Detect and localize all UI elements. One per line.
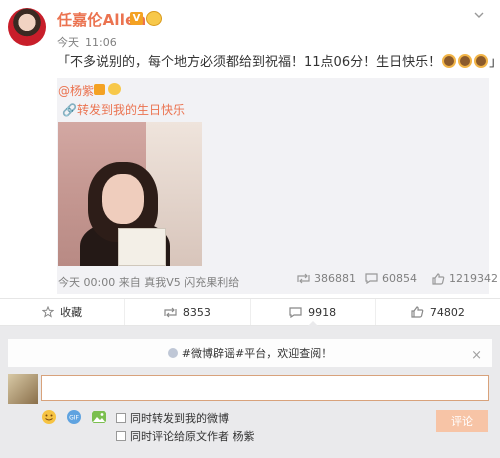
repost-button[interactable]: 8353 (125, 299, 251, 325)
image-icon[interactable] (91, 409, 107, 425)
crown-icon (108, 83, 121, 95)
post-body-end: 」 (489, 55, 500, 70)
gif-icon[interactable]: GIF (66, 409, 82, 425)
notice-text: #微博辟谣#平台，欢迎查阅！ (181, 347, 333, 360)
favorite-label: 收藏 (60, 306, 83, 319)
favorite-button[interactable]: 收藏 (0, 299, 126, 325)
like-action-count: 74802 (429, 305, 465, 319)
close-icon[interactable]: × (471, 348, 482, 363)
comment-original-option[interactable]: 同时评论给原文作者 杨紫 (116, 428, 255, 444)
submit-comment-button[interactable]: 评论 (436, 410, 488, 432)
comment-original-checkbox[interactable] (116, 431, 126, 441)
original-text: 🔗转发到我的生日快乐 (62, 101, 185, 118)
comment-icon (289, 306, 302, 318)
forward-option[interactable]: 同时转发到我的微博 (116, 410, 229, 426)
post-photo[interactable] (58, 122, 202, 266)
cake-icon (458, 54, 473, 68)
comment-button[interactable]: 9918 (251, 299, 376, 326)
thumbs-up-icon (411, 306, 424, 318)
comment-input[interactable] (41, 375, 489, 401)
original-text-label[interactable]: 转发到我的生日快乐 (77, 103, 185, 117)
user-avatar[interactable] (8, 374, 38, 404)
verified-badge: V (130, 12, 143, 25)
original-comment-count[interactable]: 60854 (365, 272, 417, 285)
post-text: 「不多说别的，每个地方必须都给到祝福！11点06分！生日快乐！ 」 (57, 51, 500, 70)
post-day: 今天 (57, 36, 79, 49)
forward-label: 同时转发到我的微博 (130, 412, 229, 425)
chevron-down-icon[interactable] (474, 12, 484, 18)
repost-action-count: 8353 (182, 305, 211, 319)
crown-icon (146, 11, 162, 26)
rumor-notice[interactable]: #微博辟谣#平台，欢迎查阅！ (8, 339, 492, 367)
original-repost-count[interactable]: 386881 (297, 272, 356, 285)
repost-icon (164, 307, 177, 317)
original-author[interactable]: @杨紫 (58, 82, 94, 99)
cake-icon (442, 54, 457, 68)
comment-icon (365, 273, 378, 284)
forward-checkbox[interactable] (116, 413, 126, 423)
repost-icon (297, 273, 310, 284)
comment-original-label: 同时评论给原文作者 杨紫 (130, 430, 255, 443)
post-time: 11:06 (85, 36, 117, 49)
link-icon: 🔗 (62, 103, 77, 117)
comment-count: 60854 (382, 272, 417, 285)
cake-icon (474, 54, 489, 68)
comment-action-count: 9918 (308, 305, 337, 319)
author-avatar[interactable] (8, 8, 46, 46)
post-body: 「不多说别的，每个地方必须都给到祝福！11点06分！生日快乐！ (57, 55, 442, 70)
like-button[interactable]: 74802 (376, 299, 500, 325)
svg-text:GIF: GIF (69, 415, 79, 422)
smile-icon[interactable] (41, 409, 57, 425)
original-meta: 今天 00:00 来自 真我V5 闪充果利给 (58, 276, 240, 289)
action-bar: 收藏 8353 9918 74802 (0, 298, 500, 326)
like-count: 1219342 (449, 272, 498, 285)
repost-count: 386881 (314, 272, 356, 285)
info-icon (167, 348, 178, 358)
photo-cake (118, 228, 166, 266)
verified-badge (94, 84, 105, 95)
thumbs-up-icon (432, 272, 445, 285)
original-like-count[interactable]: 1219342 (432, 272, 498, 285)
photo-face (102, 174, 144, 224)
post-timestamp[interactable]: 今天 11:06 (57, 34, 123, 50)
star-icon (42, 306, 55, 318)
